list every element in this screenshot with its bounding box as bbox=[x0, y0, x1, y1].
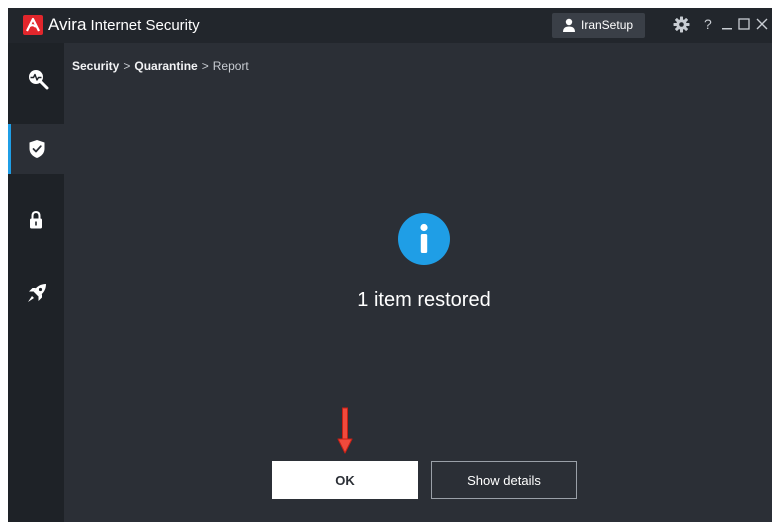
ok-button[interactable]: OK bbox=[272, 461, 418, 499]
sidebar-item-privacy[interactable] bbox=[8, 196, 64, 246]
breadcrumb-current: Report bbox=[212, 59, 249, 73]
minimize-icon[interactable] bbox=[721, 17, 733, 31]
user-account-button[interactable]: IranSetup bbox=[552, 13, 645, 38]
show-details-button[interactable]: Show details bbox=[431, 461, 577, 499]
status-message: 1 item restored bbox=[357, 289, 491, 311]
breadcrumb-security[interactable]: Security bbox=[72, 59, 119, 73]
help-button[interactable]: ? bbox=[704, 15, 712, 33]
user-icon bbox=[563, 18, 575, 32]
breadcrumb-separator: > bbox=[123, 59, 131, 73]
title-bar: Avira Internet Security IranSetup ? bbox=[8, 8, 772, 43]
sidebar-item-scan[interactable] bbox=[8, 54, 64, 104]
gear-icon[interactable] bbox=[673, 16, 690, 33]
sidebar-item-performance[interactable] bbox=[8, 268, 64, 318]
breadcrumb: Security > Quarantine > Report bbox=[72, 58, 249, 74]
maximize-icon[interactable] bbox=[738, 18, 750, 30]
lock-icon bbox=[30, 210, 42, 229]
info-icon bbox=[398, 213, 450, 265]
breadcrumb-separator: > bbox=[201, 59, 209, 73]
breadcrumb-quarantine[interactable]: Quarantine bbox=[134, 59, 197, 73]
active-indicator bbox=[8, 124, 11, 174]
sidebar-item-security[interactable] bbox=[8, 124, 64, 174]
app-window: Avira Internet Security IranSetup ? Secu… bbox=[8, 8, 772, 522]
app-title-main: Avira bbox=[48, 15, 87, 34]
avira-logo-icon bbox=[23, 15, 43, 35]
rocket-icon bbox=[28, 284, 46, 302]
sidebar bbox=[8, 43, 64, 522]
scan-search-icon bbox=[29, 70, 49, 90]
shield-check-icon bbox=[29, 140, 45, 158]
app-title: Avira Internet Security bbox=[48, 14, 200, 36]
close-icon[interactable] bbox=[756, 18, 768, 30]
app-title-sub: Internet Security bbox=[90, 17, 200, 34]
red-down-arrow-icon bbox=[337, 407, 353, 454]
user-account-label: IranSetup bbox=[581, 18, 634, 32]
